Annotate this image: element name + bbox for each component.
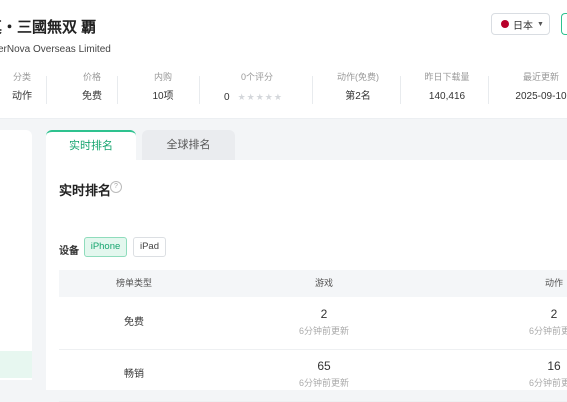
- country-label: 日本: [513, 20, 533, 32]
- stat-last-update: 最近更新 2025-09-10: [515, 72, 567, 102]
- ranking-card: 实时排名 ? 设备 iPhone iPad 榜单类型 游戏 动作 免费 2 6分…: [46, 160, 567, 402]
- rating-value: 0: [224, 92, 230, 103]
- rating-stars-icon: ★★★★★: [237, 92, 283, 102]
- divider: [400, 76, 401, 104]
- tab-realtime-ranking[interactable]: 实时排名: [46, 130, 136, 160]
- divider: [199, 76, 200, 104]
- side-menu-active-item[interactable]: [0, 351, 32, 378]
- developer-name[interactable]: erNova Overseas Limited: [0, 44, 111, 55]
- column-header-games: 游戏: [314, 278, 333, 288]
- table-row: 畅销 65 6分钟前更新 16 6分钟前更新: [59, 349, 567, 402]
- stat-iap: 内购 10项: [152, 72, 174, 102]
- stat-rating: 0个评分 0 ★★★★★: [224, 72, 283, 103]
- games-rank-cell[interactable]: 2 6分钟前更新: [249, 307, 399, 338]
- action-button-partial[interactable]: [561, 13, 567, 35]
- action-rank-cell[interactable]: 2 6分钟前更新: [499, 307, 567, 338]
- section-title: 实时排名: [59, 183, 112, 198]
- table-header: 榜单类型 游戏 动作: [59, 270, 567, 297]
- help-icon[interactable]: ?: [110, 181, 122, 193]
- stat-downloads: 昨日下载量 140,416: [424, 72, 470, 102]
- app-header: 真・三國無双 覇 erNova Overseas Limited 日本 ▼ 分类…: [0, 0, 567, 119]
- chevron-down-icon: ▼: [537, 20, 544, 28]
- action-rank-cell[interactable]: 16 6分钟前更新: [499, 359, 567, 390]
- games-rank-cell[interactable]: 65 6分钟前更新: [249, 359, 399, 390]
- column-header-action: 动作: [544, 278, 563, 288]
- country-selector[interactable]: 日本 ▼: [491, 13, 550, 35]
- row-type: 免费: [124, 317, 144, 328]
- ranking-panel: 实时排名 全球排名 实时排名 ? 设备 iPhone iPad 榜单类型 游戏 …: [46, 130, 567, 402]
- app-title: 真・三國無双 覇: [0, 19, 97, 36]
- row-type: 畅销: [124, 369, 144, 380]
- divider: [488, 76, 489, 104]
- tab-global-ranking[interactable]: 全球排名: [142, 130, 235, 160]
- stat-category-rank: 动作(免费) 第2名: [337, 72, 379, 102]
- side-menu: [0, 130, 32, 380]
- stats-bar: 分类 动作 价格 免费 内购 10项 0个评分 0 ★★★★★ 动作(免费) 第2…: [0, 70, 567, 110]
- column-header-list-type: 榜单类型: [115, 278, 152, 288]
- device-ipad-button[interactable]: iPad: [133, 237, 166, 257]
- table-row: 免费 2 6分钟前更新 2 6分钟前更新: [59, 297, 567, 350]
- device-iphone-button[interactable]: iPhone: [84, 237, 127, 257]
- device-label: 设备: [59, 246, 79, 257]
- japan-flag-icon: [501, 20, 509, 28]
